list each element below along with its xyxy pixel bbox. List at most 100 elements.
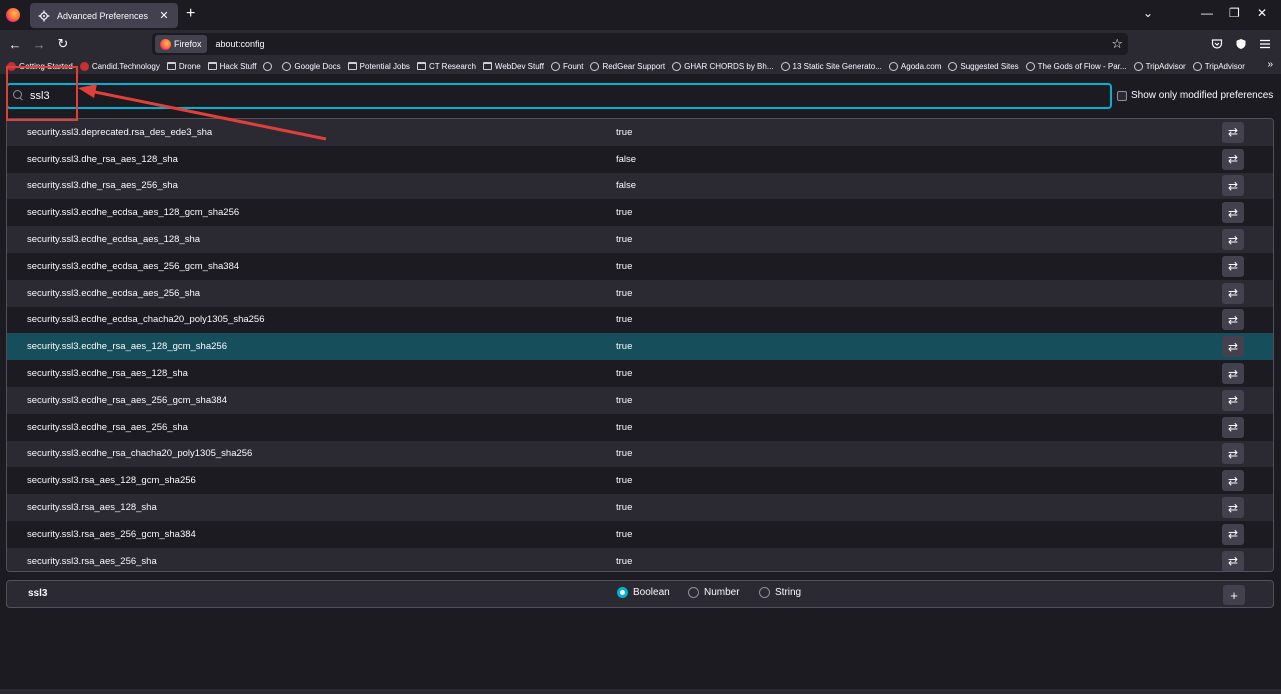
tab-close-icon[interactable]: ✕ (158, 9, 170, 22)
toggle-button[interactable]: ⇄ (1222, 121, 1244, 143)
table-row[interactable]: security.ssl3.ecdhe_rsa_aes_256_sha true ⇄ (7, 413, 1273, 441)
toggle-button[interactable]: ⇄ (1222, 336, 1244, 358)
table-row[interactable]: security.ssl3.ecdhe_rsa_aes_128_sha true ⇄ (7, 360, 1273, 387)
preference-value[interactable]: true (616, 127, 632, 138)
preference-value[interactable]: true (616, 448, 632, 459)
radio-string[interactable] (759, 587, 770, 598)
bookmark-item[interactable]: Drone (166, 62, 201, 71)
hamburger-menu-icon[interactable] (1258, 37, 1272, 51)
type-radio-number[interactable]: Number (688, 587, 740, 598)
bookmark-item[interactable]: WebDev Stuff (482, 62, 544, 71)
table-row[interactable]: security.ssl3.dhe_rsa_aes_128_sha false ⇄ (7, 145, 1273, 173)
bookmarks-overflow-button[interactable]: » (1267, 59, 1273, 70)
preference-value[interactable]: true (616, 207, 632, 218)
reload-button[interactable]: ↻ (55, 36, 71, 52)
preference-value[interactable]: true (616, 475, 632, 486)
toggle-button[interactable]: ⇄ (1222, 416, 1244, 438)
bookmark-item[interactable]: TripAdvisor (1133, 61, 1186, 71)
toggle-button[interactable]: ⇄ (1222, 309, 1244, 331)
toggle-button[interactable]: ⇄ (1222, 255, 1244, 277)
shield-icon[interactable] (1234, 37, 1248, 51)
table-row[interactable]: security.ssl3.ecdhe_ecdsa_chacha20_poly1… (7, 306, 1273, 334)
table-row[interactable]: security.ssl3.deprecated.rsa_des_ede3_sh… (7, 119, 1273, 146)
preference-value[interactable]: false (616, 154, 636, 165)
close-window-button[interactable]: ✕ (1257, 6, 1267, 20)
preference-name: security.ssl3.dhe_rsa_aes_128_sha (27, 153, 178, 165)
tab-list-icon[interactable]: ⌄ (1143, 6, 1153, 20)
preference-value[interactable]: true (616, 368, 632, 379)
table-row[interactable]: security.ssl3.ecdhe_ecdsa_aes_256_sha tru… (7, 279, 1273, 307)
add-preference-button[interactable]: + (1223, 585, 1245, 605)
toggle-button[interactable]: ⇄ (1222, 470, 1244, 492)
table-row[interactable]: security.ssl3.ecdhe_ecdsa_aes_128_sha tru… (7, 226, 1273, 253)
firefox-menu-icon[interactable] (6, 8, 20, 22)
bookmark-item[interactable]: Fount (550, 61, 583, 71)
preference-value[interactable]: false (616, 180, 636, 191)
radio-boolean[interactable] (617, 587, 628, 598)
bookmark-item[interactable]: Candid.Technology (79, 61, 160, 71)
restore-button[interactable]: ❐ (1229, 6, 1240, 20)
preference-value[interactable]: true (616, 341, 632, 352)
toggle-button[interactable]: ⇄ (1222, 229, 1244, 251)
bookmark-item[interactable]: Google Docs (282, 61, 341, 71)
toggle-button[interactable]: ⇄ (1222, 550, 1244, 571)
preference-value[interactable]: true (616, 314, 632, 325)
search-box[interactable] (6, 83, 1112, 109)
search-input[interactable] (30, 90, 1090, 102)
preference-value[interactable]: true (616, 502, 632, 513)
tab-advanced-preferences[interactable]: Advanced Preferences ✕ (30, 3, 178, 28)
table-row[interactable]: security.ssl3.ecdhe_rsa_aes_128_gcm_sha2… (7, 333, 1273, 361)
toggle-button[interactable]: ⇄ (1222, 523, 1244, 545)
url-text[interactable]: about:config (216, 39, 265, 49)
preference-value[interactable]: true (616, 556, 632, 567)
toggle-button[interactable]: ⇄ (1222, 389, 1244, 411)
preference-value[interactable]: true (616, 395, 632, 406)
toggle-button[interactable]: ⇄ (1222, 497, 1244, 519)
bookmark-item[interactable]: Agoda.com (888, 61, 941, 71)
radio-number[interactable] (688, 587, 699, 598)
bookmark-item[interactable]: The Gods of Flow - Par... (1025, 61, 1127, 71)
preference-value[interactable]: true (616, 234, 632, 245)
bookmark-item[interactable]: Hack Stuff (207, 62, 256, 71)
preference-value[interactable]: true (616, 261, 632, 272)
table-row[interactable]: security.ssl3.dhe_rsa_aes_256_sha false ⇄ (7, 172, 1273, 200)
toggle-button[interactable]: ⇄ (1222, 175, 1244, 197)
preference-value[interactable]: true (616, 288, 632, 299)
bookmark-item[interactable]: Potential Jobs (347, 62, 410, 71)
pocket-icon[interactable] (1210, 37, 1224, 51)
table-row[interactable]: security.ssl3.ecdhe_rsa_aes_256_gcm_sha3… (7, 387, 1273, 414)
toggle-button[interactable]: ⇄ (1222, 443, 1244, 465)
toggle-button[interactable]: ⇄ (1222, 282, 1244, 304)
table-row[interactable]: security.ssl3.ecdhe_rsa_chacha20_poly130… (7, 440, 1273, 468)
bookmark-star-icon[interactable]: ☆ (1111, 36, 1123, 52)
table-row[interactable]: security.ssl3.ecdhe_ecdsa_aes_256_gcm_sh… (7, 253, 1273, 280)
identity-box[interactable]: Firefox (155, 35, 207, 53)
toggle-button[interactable]: ⇄ (1222, 363, 1244, 385)
bookmark-item[interactable]: RedGear Support (590, 61, 665, 71)
type-radio-boolean[interactable]: Boolean (617, 587, 670, 598)
preference-value[interactable]: true (616, 529, 632, 540)
new-tab-button[interactable]: + (186, 6, 195, 22)
toggle-button[interactable]: ⇄ (1222, 202, 1244, 224)
type-radio-string[interactable]: String (759, 587, 801, 598)
url-bar[interactable]: Firefox about:config ☆ (152, 33, 1128, 55)
table-row[interactable]: security.ssl3.rsa_aes_256_sha true ⇄ (7, 547, 1273, 571)
bookmark-item[interactable]: CT Research (416, 61, 476, 71)
show-modified-checkbox[interactable] (1117, 90, 1127, 101)
back-button[interactable]: ← (7, 36, 23, 52)
preference-value[interactable]: true (616, 422, 632, 433)
bookmark-item[interactable]: Suggested Sites (948, 61, 1019, 71)
table-row[interactable]: security.ssl3.ecdhe_ecdsa_aes_128_gcm_sh… (7, 199, 1273, 227)
bookmark-label: CT Research (428, 61, 476, 71)
show-modified-toggle[interactable]: Show only modified preferences (1117, 90, 1273, 101)
table-row[interactable]: security.ssl3.rsa_aes_128_gcm_sha256 true… (7, 467, 1273, 495)
table-row[interactable]: security.ssl3.rsa_aes_128_sha true ⇄ (7, 494, 1273, 521)
table-row[interactable]: security.ssl3.rsa_aes_256_gcm_sha384 true… (7, 521, 1273, 548)
forward-button[interactable]: → (31, 36, 47, 52)
bookmark-item[interactable]: GHAR CHORDS by Bh... (672, 61, 774, 71)
bookmark-item[interactable]: 13 Static Site Generato... (780, 61, 882, 71)
bookmark-item[interactable]: TripAdvisor (1192, 61, 1245, 71)
bookmark-item[interactable] (263, 61, 275, 71)
toggle-button[interactable]: ⇄ (1222, 148, 1244, 170)
minimize-button[interactable]: — (1201, 6, 1213, 20)
